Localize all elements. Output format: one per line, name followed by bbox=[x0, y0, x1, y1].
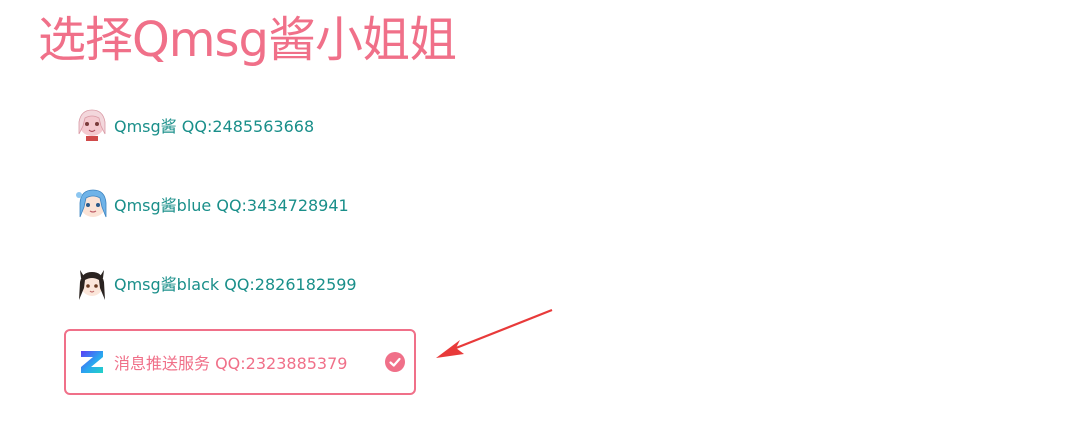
z-logo-icon bbox=[74, 344, 110, 380]
bot-label: Qmsg酱black QQ:2826182599 bbox=[114, 275, 357, 294]
anime-girl-blue-avatar bbox=[74, 186, 110, 222]
bot-label: Qmsg酱blue QQ:3434728941 bbox=[114, 196, 349, 215]
check-circle-icon bbox=[385, 352, 405, 372]
red-arrow-icon bbox=[436, 308, 553, 358]
anime-girl-black-avatar bbox=[74, 265, 110, 301]
bot-item-qmsg-black[interactable]: Qmsg酱black QQ:2826182599 bbox=[64, 250, 416, 316]
anime-girl-pink-avatar bbox=[74, 107, 110, 143]
bot-label: 消息推送服务 QQ:2323885379 bbox=[114, 354, 348, 373]
bot-list: Qmsg酱 QQ:2485563668 Qmsg酱blue QQ:3434728… bbox=[64, 92, 424, 408]
bot-item-qmsg[interactable]: Qmsg酱 QQ:2485563668 bbox=[64, 92, 416, 158]
bot-item-push-service[interactable]: 消息推送服务 QQ:2323885379 bbox=[64, 329, 416, 395]
bot-label: Qmsg酱 QQ:2485563668 bbox=[114, 117, 315, 136]
page-title: 选择Qmsg酱小姐姐 bbox=[38, 12, 457, 68]
bot-item-qmsg-blue[interactable]: Qmsg酱blue QQ:3434728941 bbox=[64, 171, 416, 237]
